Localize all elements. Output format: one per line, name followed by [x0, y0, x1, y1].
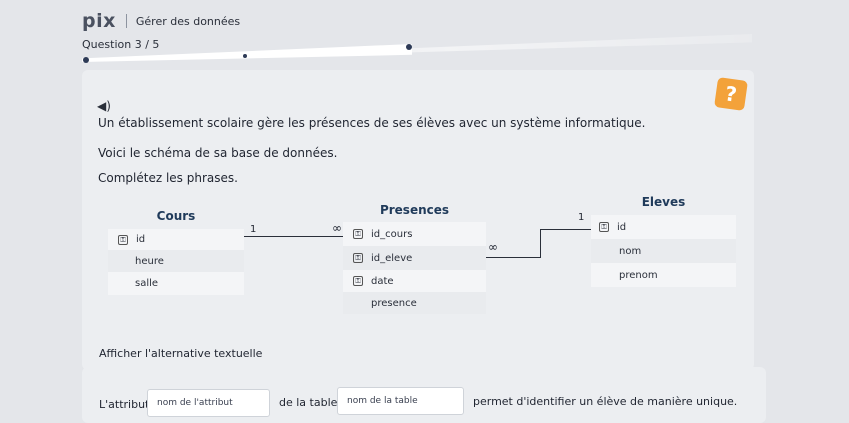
table-row: ⚿ id [108, 229, 244, 250]
field-name: prenom [619, 269, 658, 281]
cardinality-one: 1 [250, 224, 257, 235]
question-counter: Question 3 / 5 [82, 38, 160, 51]
table-row: ⚿ id [591, 215, 736, 239]
instruction-3: Complétez les phrases. [98, 171, 238, 185]
alt-text-link[interactable]: Afficher l'alternative textuelle [99, 347, 262, 360]
field-name: heure [135, 255, 164, 267]
table-title: Cours [108, 203, 244, 229]
attribute-name-input[interactable] [147, 389, 270, 417]
cardinality-one: 1 [578, 212, 585, 223]
relation-line-eleves [486, 257, 540, 258]
relation-line-eleves [540, 229, 541, 258]
progress-dot [83, 57, 89, 63]
field-name: nom [619, 245, 642, 257]
instruction-2: Voici le schéma de sa base de données. [98, 146, 338, 160]
question-icon[interactable]: ? [714, 77, 748, 111]
progress-dot [243, 54, 247, 58]
field-name: salle [135, 278, 159, 289]
app-header: pix Gérer des données [82, 10, 240, 32]
answer-middle: de la table [279, 396, 338, 409]
field-name: date [371, 275, 394, 287]
field-name: id_eleve [371, 252, 413, 264]
table-title: Eleves [591, 189, 736, 215]
field-name: presence [371, 297, 417, 309]
key-icon: ⚿ [599, 222, 609, 232]
table-row: heure [108, 250, 244, 272]
field-name: id [136, 234, 146, 245]
table-row: ⚿ date [343, 270, 486, 292]
table-row: salle [108, 272, 244, 295]
answer-prefix: L'attribut [99, 398, 150, 411]
table-eleves: Eleves ⚿ id nom prenom [591, 189, 736, 287]
table-cours: Cours ⚿ id heure salle [108, 203, 244, 295]
cardinality-many: ∞ [488, 240, 498, 254]
relation-line-eleves [540, 229, 591, 230]
table-presences: Presences ⚿ id_cours ⚿ id_eleve ⚿ date p… [343, 198, 486, 314]
key-icon: ⚿ [353, 253, 363, 263]
key-icon: ⚿ [353, 229, 363, 239]
key-icon: ⚿ [353, 276, 363, 286]
key-icon: ⚿ [118, 234, 128, 245]
table-name-input[interactable] [337, 387, 464, 415]
table-row: prenom [591, 263, 736, 287]
pix-logo[interactable]: pix [82, 10, 116, 32]
field-name: id_cours [371, 228, 413, 240]
field-name: id [617, 221, 627, 233]
instruction-1: Un établissement scolaire gère les prése… [98, 116, 646, 130]
table-title: Presences [343, 198, 486, 222]
table-row: ⚿ id_eleve [343, 246, 486, 270]
header-separator [125, 14, 127, 28]
table-row: presence [343, 292, 486, 314]
relation-line-cours [244, 236, 343, 237]
table-row: nom [591, 239, 736, 263]
table-row: ⚿ id_cours [343, 222, 486, 246]
cardinality-many: ∞ [332, 221, 342, 235]
progress-dot [406, 44, 412, 50]
competence-title: Gérer des données [135, 14, 241, 28]
answer-suffix: permet d'identifier un élève de manière … [473, 395, 738, 408]
speaker-icon[interactable]: ◀) [97, 99, 111, 113]
